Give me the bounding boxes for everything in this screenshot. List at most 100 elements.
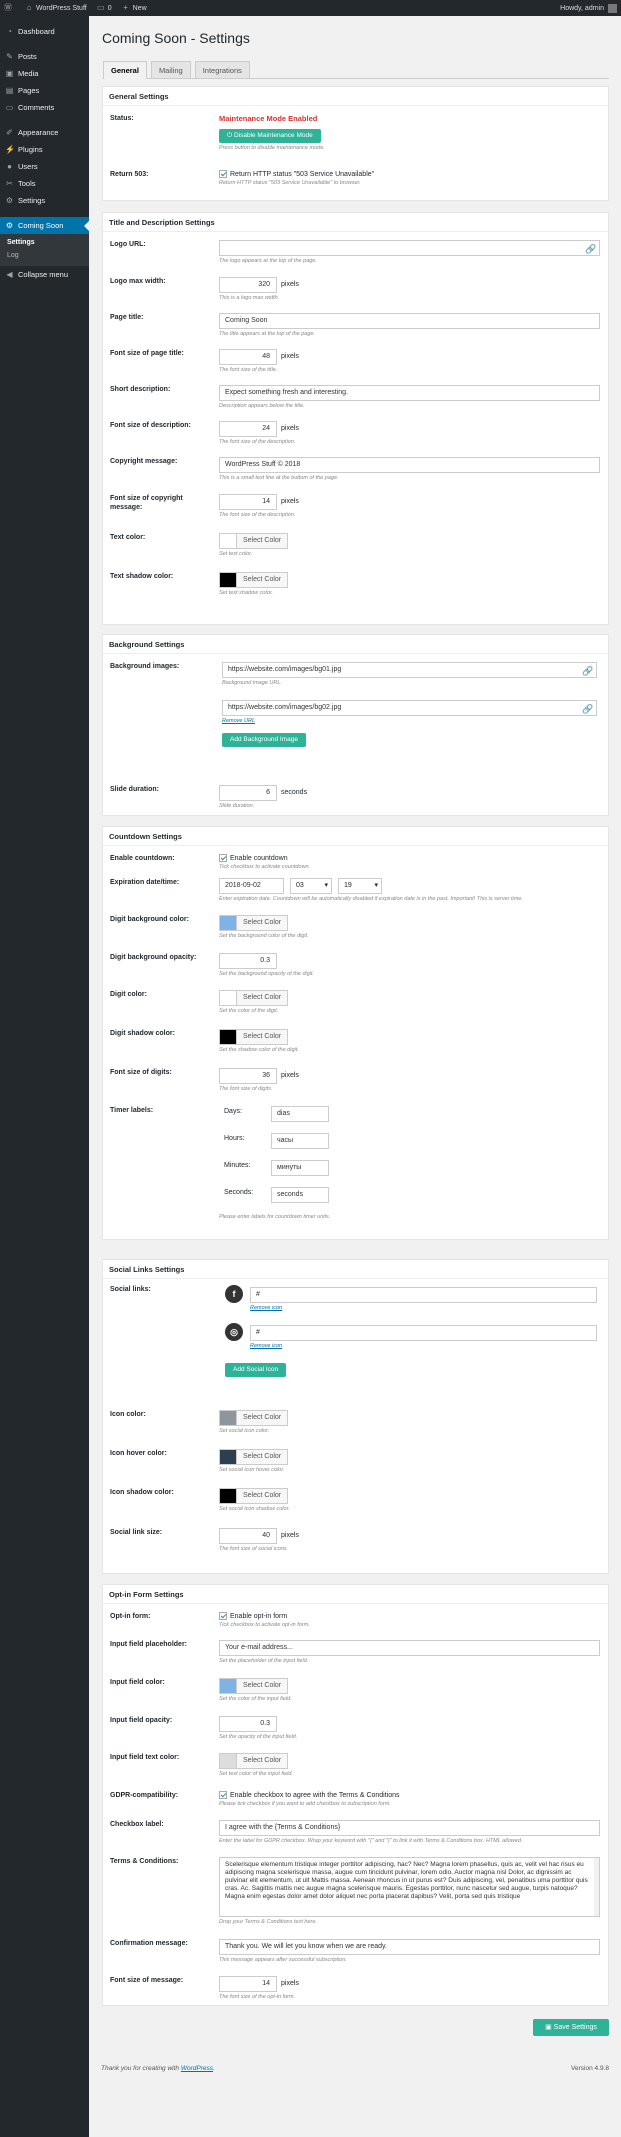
text-color-picker[interactable]: Select Color bbox=[219, 533, 289, 549]
digit-color-picker[interactable]: Select Color bbox=[219, 990, 289, 1006]
return-503-checkbox[interactable] bbox=[219, 170, 227, 178]
sidebar-item-users[interactable]: ● Users bbox=[0, 158, 89, 175]
icon-hover-color-picker[interactable]: Select Color bbox=[219, 1449, 289, 1465]
font-size-description-input[interactable]: 24 bbox=[219, 421, 277, 437]
social-link-1-input[interactable]: # bbox=[250, 1287, 597, 1303]
font-size-digits-input[interactable]: 36 bbox=[219, 1068, 277, 1084]
font-size-title-label: Font size of page title: bbox=[110, 350, 184, 357]
sidebar-item-tools[interactable]: ✂ Tools bbox=[0, 175, 89, 192]
sidebar-item-media[interactable]: ▣ Media bbox=[0, 65, 89, 82]
dashboard-icon: ◔ bbox=[7, 27, 12, 36]
social-link-size-input[interactable]: 40 bbox=[219, 1528, 277, 1544]
minutes-input[interactable]: минуты bbox=[271, 1160, 329, 1176]
submenu: Settings Log bbox=[0, 234, 89, 266]
page-icon: ▤ bbox=[5, 86, 14, 95]
logo-max-width-input[interactable]: 320 bbox=[219, 277, 277, 293]
digit-shadow-color-picker[interactable]: Select Color bbox=[219, 1029, 299, 1045]
field-text-color-picker[interactable]: Select Color bbox=[219, 1753, 293, 1769]
new-content-link[interactable]: + New bbox=[122, 3, 146, 12]
sidebar-item-coming-soon[interactable]: ⚙ Coming Soon bbox=[0, 217, 89, 234]
comments-link[interactable]: ▭ 0 bbox=[97, 4, 112, 12]
copyright-input[interactable]: WordPress Stuff © 2018 bbox=[219, 457, 600, 473]
tab-general[interactable]: General bbox=[103, 61, 147, 79]
page-title-input[interactable]: Coming Soon bbox=[219, 313, 600, 329]
digit-bg-color-picker[interactable]: Select Color bbox=[219, 915, 309, 931]
sidebar-item-pages[interactable]: ▤ Pages bbox=[0, 82, 89, 99]
field-description: Press button to disable maintenance mode… bbox=[219, 145, 325, 151]
text-shadow-color-picker[interactable]: Select Color bbox=[219, 572, 289, 588]
field-description: Set social icon hover color. bbox=[219, 1467, 285, 1473]
remove-icon-link[interactable]: Remove icon bbox=[250, 1305, 282, 1311]
sidebar-item-posts[interactable]: ✎ Posts bbox=[0, 48, 89, 65]
tab-mailing[interactable]: Mailing bbox=[150, 61, 191, 79]
collapse-menu-button[interactable]: ◀ Collapse menu bbox=[0, 266, 89, 283]
seconds-input[interactable]: seconds bbox=[271, 1187, 329, 1203]
add-background-image-button[interactable]: Add Background Image bbox=[222, 733, 306, 747]
icon-color-picker[interactable]: Select Color bbox=[219, 1410, 289, 1426]
icon-shadow-color-label: Icon shadow color: bbox=[110, 1489, 174, 1496]
logo-url-input[interactable]: 🔗 bbox=[219, 240, 600, 256]
submenu-item-settings[interactable]: Settings bbox=[0, 236, 89, 249]
checkbox-label-input[interactable]: I agree with the {Terms & Conditions} bbox=[219, 1820, 600, 1836]
minutes-label: Minutes: bbox=[224, 1162, 251, 1169]
background-image-1-input[interactable]: https://website.com/images/bg01.jpg 🔗 bbox=[222, 662, 597, 678]
font-size-digits-label: Font size of digits: bbox=[110, 1069, 172, 1076]
site-name-link[interactable]: ⌂ WordPress Stuff bbox=[25, 4, 87, 12]
confirmation-input[interactable]: Thank you. We will let you know when we … bbox=[219, 1939, 600, 1955]
gdpr-label: GDPR-compatibility: bbox=[110, 1792, 179, 1799]
field-description: Set the background opacity of the digit. bbox=[219, 971, 315, 977]
remove-url-link[interactable]: Remove URL bbox=[222, 718, 597, 724]
expiration-date-input[interactable]: 2018-09-02 bbox=[219, 878, 284, 894]
submenu-item-log[interactable]: Log bbox=[0, 249, 89, 262]
digit-bg-opacity-input[interactable]: 0.3 bbox=[219, 953, 277, 969]
social-link-2-input[interactable]: # bbox=[250, 1325, 597, 1341]
icon-shadow-color-picker[interactable]: Select Color bbox=[219, 1488, 290, 1504]
gdpr-checkbox[interactable] bbox=[219, 1791, 227, 1799]
comment-icon: ▭ bbox=[96, 3, 105, 12]
enable-optin-checkbox[interactable] bbox=[219, 1612, 227, 1620]
sidebar-item-dashboard[interactable]: ◔ Dashboard bbox=[0, 23, 89, 40]
social-link-size-label: Social link size: bbox=[110, 1529, 163, 1536]
add-social-icon-button[interactable]: Add Social Icon bbox=[225, 1363, 287, 1377]
hours-input[interactable]: часы bbox=[271, 1133, 329, 1149]
expiration-minute-select[interactable]: 19 bbox=[338, 878, 382, 894]
font-size-copyright-input[interactable]: 14 bbox=[219, 494, 277, 510]
unit-label: pixels bbox=[281, 425, 299, 432]
slide-duration-input[interactable]: 6 bbox=[219, 785, 277, 801]
save-settings-button[interactable]: ▣ Save Settings bbox=[533, 2019, 609, 2036]
font-size-title-input[interactable]: 48 bbox=[219, 349, 277, 365]
wordpress-link[interactable]: WordPress bbox=[181, 2065, 213, 2072]
color-swatch bbox=[219, 1410, 237, 1426]
wordpress-logo[interactable]: Ⓦ bbox=[4, 4, 15, 12]
text-color-label: Text color: bbox=[110, 534, 146, 541]
digit-bg-opacity-label: Digit background opacity: bbox=[110, 954, 197, 961]
color-swatch bbox=[219, 533, 237, 549]
link-icon[interactable]: 🔗 bbox=[582, 704, 593, 714]
field-description: Enter expiration date. Countdown will be… bbox=[219, 896, 523, 902]
days-input[interactable]: dias bbox=[271, 1106, 329, 1122]
enable-countdown-checkbox[interactable] bbox=[219, 854, 227, 862]
terms-textarea[interactable]: Scelerisque elementum tristique integer … bbox=[219, 1857, 600, 1917]
placeholder-input[interactable]: Your e-mail address... bbox=[219, 1640, 600, 1656]
field-description: The font size of digits. bbox=[219, 1086, 273, 1092]
plus-icon: + bbox=[123, 3, 128, 12]
background-image-2-input[interactable]: https://website.com/images/bg02.jpg 🔗 bbox=[222, 700, 597, 716]
sidebar-item-plugins[interactable]: ⚡ Plugins bbox=[0, 141, 89, 158]
field-opacity-input[interactable]: 0.3 bbox=[219, 1716, 277, 1732]
font-size-message-input[interactable]: 14 bbox=[219, 1976, 277, 1992]
link-icon[interactable]: 🔗 bbox=[582, 666, 593, 676]
sidebar-item-comments[interactable]: ▭ Comments bbox=[0, 99, 89, 116]
link-icon[interactable]: 🔗 bbox=[585, 244, 596, 254]
expiration-hour-select[interactable]: 03 bbox=[290, 878, 332, 894]
sidebar-item-appearance[interactable]: ✐ Appearance bbox=[0, 124, 89, 141]
remove-icon-link[interactable]: Remove icon bbox=[250, 1343, 282, 1349]
checkbox-label-label: Checkbox label: bbox=[110, 1821, 164, 1828]
tab-integrations[interactable]: Integrations bbox=[194, 61, 250, 79]
account-menu[interactable]: Howdy, admin bbox=[560, 3, 617, 13]
disable-maintenance-button[interactable]: ⏻ Disable Maintenance Mode bbox=[219, 129, 321, 143]
short-description-input[interactable]: Expect something fresh and interesting. bbox=[219, 385, 600, 401]
sidebar-item-settings[interactable]: ⚙ Settings bbox=[0, 192, 89, 209]
background-images-label: Background images: bbox=[110, 663, 180, 670]
field-description: Tick checkbox to activate countdown. bbox=[219, 864, 311, 870]
field-color-picker[interactable]: Select Color bbox=[219, 1678, 292, 1694]
